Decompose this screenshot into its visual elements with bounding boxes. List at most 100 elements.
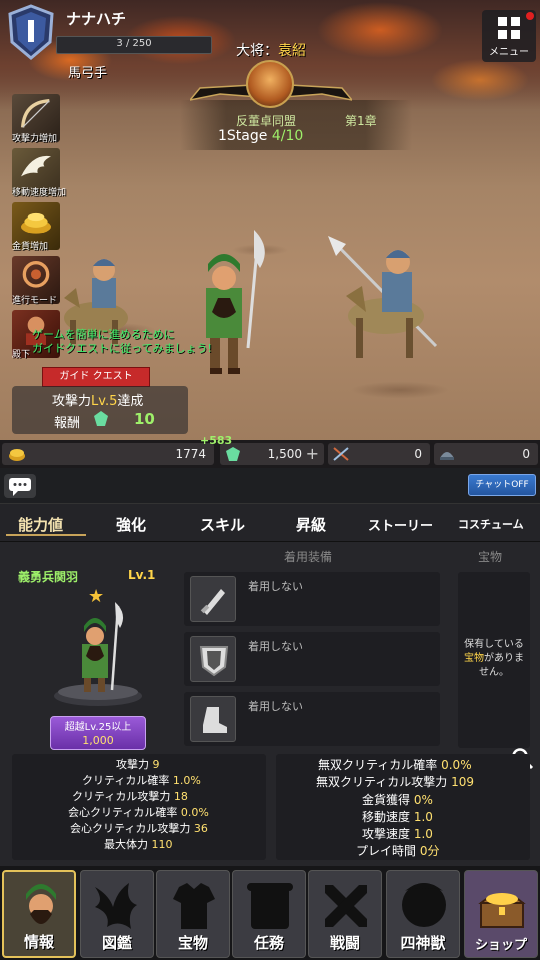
tab-story[interactable]: ストーリー [368, 515, 433, 534]
bottom-nav: 情報 図鑑 宝物 任務 戦闘 四神獣 ショップ [0, 866, 540, 960]
add-jade-icon[interactable]: + [306, 444, 319, 463]
wing-icon [21, 155, 51, 177]
unit-type-label: 馬弓手 [68, 66, 108, 81]
general-prefix: 大将： [236, 43, 278, 59]
hero-portrait [54, 602, 142, 706]
stat-musou-crit-attack: 無双クリティカル攻撃力 109 [316, 773, 474, 790]
equip-slot-status: 着用しない [248, 640, 303, 653]
stat-label: クリティカル確率 [82, 774, 170, 787]
nav-label: 四神獣 [400, 934, 446, 952]
gold-value: 1774 [175, 447, 206, 461]
guide-quest-box[interactable]: 攻撃力Lv.5達成 報酬 10 [12, 386, 188, 434]
weapon-value: 0 [414, 447, 422, 461]
chat-icon[interactable] [4, 474, 36, 498]
equip-slot-weapon[interactable]: 着用しない [184, 572, 440, 626]
guide-task-suffix: 達成 [117, 394, 144, 409]
treasure-chest-icon [478, 893, 526, 928]
exp-bar: 3 / 250 [56, 36, 212, 54]
bird-silhouette-icon [95, 883, 137, 929]
equip-slot-status: 着用しない [248, 580, 303, 593]
nav-label: 宝物 [177, 934, 208, 952]
stats-right: 無双クリティカル確率 0.0% 無双クリティカル攻撃力 109 金貨獲得 0% … [276, 754, 530, 860]
currency-bar: 1774 1,500 + 0 0 [0, 440, 540, 468]
guide-reward-label: 報酬 [54, 416, 81, 431]
sword-icon [190, 576, 236, 622]
stat-label: 移動速度 [362, 810, 411, 824]
weapon-counter: 0 [328, 443, 430, 465]
stat-label: プレイ時間 [356, 844, 417, 858]
stat-value: 0% [413, 793, 433, 807]
stat-label: 攻撃速度 [362, 827, 411, 841]
tab-costume[interactable]: コスチューム [458, 516, 524, 532]
stat-value: 110 [151, 838, 173, 851]
equip-slot-status: 着用しない [248, 700, 303, 713]
chat-off-button[interactable]: チャットOFF [468, 474, 536, 496]
stat-max-hp: 最大体力 110 [104, 836, 173, 852]
equip-slot-armor[interactable]: 着用しない [184, 632, 440, 686]
helmet-icon [440, 452, 454, 460]
ascend-cost: 1,000 [51, 734, 145, 747]
nav-mission[interactable]: 任務 [232, 870, 306, 958]
stat-value: 9 [152, 758, 160, 771]
buff-label: 攻撃力増加 [12, 134, 58, 144]
stat-attack: 攻撃力 9 [116, 756, 160, 772]
nav-label: ショップ [474, 938, 527, 953]
stat-play-time: プレイ時間 0分 [356, 842, 439, 859]
guide-task-level: Lv.5 [91, 394, 118, 409]
tab-promotion[interactable]: 昇級 [296, 514, 326, 535]
nav-battle[interactable]: 戦闘 [308, 870, 382, 958]
nav-label: 戦闘 [329, 934, 360, 952]
crossed-swords-icon [325, 885, 367, 927]
jade-icon [94, 411, 108, 426]
stat-move-speed: 移動速度 1.0 [362, 808, 433, 825]
nav-treasure[interactable]: 宝物 [156, 870, 230, 958]
stat-label: 攻撃力 [116, 758, 149, 771]
scroll-value: 0 [522, 447, 530, 461]
stat-crit-rate: クリティカル確率 1.0% [82, 772, 201, 788]
buff-gold-up[interactable]: 金貨増加 [12, 202, 60, 252]
buff-speed-up[interactable]: 移動速度増加 [12, 148, 66, 198]
nav-four-beasts[interactable]: 四神獣 [386, 870, 460, 958]
shield-icon [190, 636, 236, 682]
jade-counter[interactable]: 1,500 + [220, 443, 324, 465]
stage-progress-value: 4/10 [271, 128, 304, 144]
stat-heart-crit-rate: 会心クリティカル確率 0.0% [68, 804, 209, 820]
stat-value: 1.0 [413, 810, 433, 824]
tab-stats[interactable]: 能力値 [18, 514, 63, 535]
tab-enhance[interactable]: 強化 [116, 514, 146, 535]
jade-value: 1,500 [267, 447, 302, 461]
nav-encyclopedia[interactable]: 図鑑 [80, 870, 154, 958]
nav-shop[interactable]: ショップ [464, 870, 538, 958]
treasure-message: 保有している 宝物がありま せん。 [458, 638, 530, 680]
hero-level: Lv.1 [128, 568, 156, 582]
guide-reward-value: 10 [134, 410, 155, 428]
campaign-name: 反董卓同盟 [236, 114, 297, 128]
speech-bubble-icon [9, 478, 31, 496]
menu-button[interactable]: メニュー [482, 10, 536, 62]
treasure-msg-line1: 保有している [464, 639, 524, 650]
gold-counter: 1774 [2, 443, 214, 465]
stat-value: 1.0 [413, 827, 433, 841]
rank-badge-icon[interactable] [6, 4, 56, 60]
nav-info[interactable]: 情報 [2, 870, 76, 958]
treasure-msg-line2: 宝物がありま [458, 652, 530, 666]
guide-quest-ribbon[interactable]: ガイド クエスト [42, 367, 150, 387]
buff-attack-up[interactable]: 攻撃力増加 [12, 94, 60, 144]
equipment-header: 着用装備 [284, 550, 333, 564]
ascend-button[interactable]: 超越Lv.25以上 1,000 [50, 716, 146, 750]
menu-grid-icon [498, 17, 520, 39]
buff-progress-mode[interactable]: 進行モード [12, 256, 60, 306]
boss-portrait[interactable] [246, 60, 294, 108]
equip-slot-boots[interactable]: 着用しない [184, 692, 440, 746]
stat-value: 0.0% [441, 758, 472, 772]
stage-label: 1Stage [218, 128, 268, 144]
notification-dot [526, 12, 534, 20]
stat-crit-attack: クリティカル攻撃力 18 [72, 788, 188, 804]
treasure-msg-highlight: 宝物 [464, 653, 484, 664]
boot-icon [190, 696, 236, 742]
tab-skill[interactable]: スキル [200, 514, 245, 535]
stat-heart-crit-attack: 会心クリティカル攻撃力 36 [70, 820, 208, 836]
stat-value: 18 [173, 790, 188, 803]
stat-value: 0分 [419, 844, 440, 858]
stat-label: 無双クリティカル攻撃力 [316, 775, 448, 789]
